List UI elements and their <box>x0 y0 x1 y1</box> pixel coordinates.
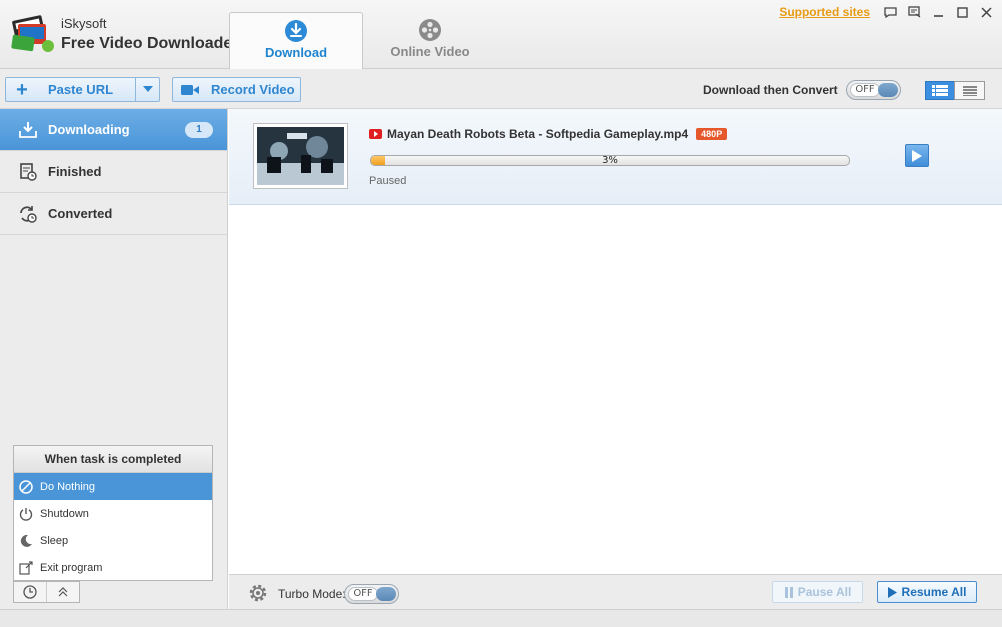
minimize-icon[interactable] <box>930 4 946 20</box>
sidebar-item-label: Converted <box>48 206 113 221</box>
toggle-state: OFF <box>850 83 880 97</box>
completion-option-label: Shutdown <box>40 507 89 520</box>
feedback-icon[interactable] <box>906 4 922 20</box>
progress-text: 3% <box>602 155 618 166</box>
record-video-label: Record Video <box>211 82 295 97</box>
window-controls: Supported sites <box>779 4 994 20</box>
double-chevron-up-icon <box>58 587 68 597</box>
turbo-mode-label: Turbo Mode: <box>278 587 346 601</box>
camera-icon <box>181 84 199 95</box>
youtube-icon <box>369 129 382 139</box>
download-status: Paused <box>369 175 407 187</box>
resume-all-label: Resume All <box>901 585 967 599</box>
power-icon <box>18 506 34 522</box>
video-title-row: Mayan Death Robots Beta - Softpedia Game… <box>369 127 728 141</box>
completion-option-do-nothing[interactable]: Do Nothing <box>14 473 212 500</box>
paste-url-dropdown[interactable] <box>135 78 159 101</box>
pause-all-label: Pause All <box>797 585 852 599</box>
download-then-convert-toggle[interactable]: OFF <box>846 80 901 100</box>
tab-download-label: Download <box>264 45 328 60</box>
brand-product: Free Video Downloader <box>61 35 239 52</box>
supported-sites-link[interactable]: Supported sites <box>779 5 870 19</box>
no-entry-icon <box>18 479 34 495</box>
tab-online-video[interactable]: Online Video <box>363 12 497 69</box>
chat-icon[interactable] <box>882 4 898 20</box>
schedule-button[interactable] <box>14 582 46 602</box>
toggle-state: OFF <box>348 587 378 601</box>
play-icon <box>912 149 922 162</box>
convert-icon <box>18 204 38 224</box>
collapse-button[interactable] <box>46 582 79 602</box>
tab-download[interactable]: Download <box>229 12 363 70</box>
film-reel-icon <box>419 19 441 41</box>
list-view-icon <box>932 85 948 96</box>
title-bar: iSkysoft Free Video Downloader Download … <box>0 0 1002 70</box>
sidebar-item-downloading[interactable]: Downloading 1 <box>0 109 227 151</box>
video-thumbnail <box>253 123 348 189</box>
download-tray-icon <box>18 120 38 140</box>
pause-all-button[interactable]: Pause All <box>772 581 863 603</box>
moon-icon <box>18 533 34 549</box>
play-icon <box>887 586 897 598</box>
download-row[interactable]: Mayan Death Robots Beta - Softpedia Game… <box>229 109 1002 205</box>
close-icon[interactable] <box>978 4 994 20</box>
video-title: Mayan Death Robots Beta - Softpedia Game… <box>387 127 689 141</box>
completion-option-label: Do Nothing <box>40 480 96 493</box>
sidebar-item-label: Finished <box>48 164 102 179</box>
app-logo <box>8 10 56 54</box>
task-completion-menu: When task is completed Do Nothing Shutdo… <box>13 445 213 581</box>
resume-download-button[interactable] <box>905 144 929 167</box>
downloading-count-badge: 1 <box>185 122 213 138</box>
task-completion-footer <box>13 581 80 603</box>
turbo-mode-toggle[interactable]: OFF <box>344 584 399 604</box>
brand-company: iSkysoft <box>61 16 107 31</box>
toggle-track <box>878 83 898 97</box>
completion-option-exit[interactable]: Exit program <box>14 554 212 581</box>
download-circle-icon <box>285 20 307 42</box>
completion-option-label: Sleep <box>40 534 69 547</box>
sidebar-item-converted[interactable]: Converted <box>0 193 227 235</box>
status-strip <box>0 609 1002 627</box>
maximize-icon[interactable] <box>954 4 970 20</box>
bottom-bar: Turbo Mode: OFF Pause All Resume All <box>229 574 1002 609</box>
clock-icon <box>23 585 37 599</box>
compact-view-button[interactable] <box>954 81 985 100</box>
brand: iSkysoft Free Video Downloader <box>61 14 239 54</box>
gear-icon <box>249 584 267 602</box>
task-completion-title: When task is completed <box>14 446 212 473</box>
resolution-badge: 480P <box>696 128 728 140</box>
finished-doc-icon <box>18 162 38 182</box>
toggle-track <box>376 587 396 601</box>
chevron-down-icon <box>142 86 153 92</box>
pause-icon <box>784 586 793 598</box>
record-video-button[interactable]: Record Video <box>172 77 301 102</box>
completion-option-label: Exit program <box>40 561 103 574</box>
completion-option-sleep[interactable]: Sleep <box>14 527 212 554</box>
thumbnail-image <box>257 127 344 185</box>
list-view-button[interactable] <box>925 81 955 100</box>
tab-online-video-label: Online Video <box>390 44 470 59</box>
sidebar-item-label: Downloading <box>48 122 130 137</box>
exit-icon <box>18 560 34 576</box>
paste-url-main[interactable]: + Paste URL <box>6 78 135 101</box>
download-list: Mayan Death Robots Beta - Softpedia Game… <box>229 109 1002 574</box>
completion-option-shutdown[interactable]: Shutdown <box>14 500 212 527</box>
resume-all-button[interactable]: Resume All <box>877 581 977 603</box>
compact-view-icon <box>962 85 977 96</box>
paste-url-label: Paste URL <box>48 82 114 97</box>
plus-icon: + <box>16 78 28 101</box>
sidebar-item-finished[interactable]: Finished <box>0 151 227 193</box>
toolbar: + Paste URL Record Video Download then C… <box>0 69 1002 109</box>
download-then-convert-label: Download then Convert <box>703 83 838 97</box>
paste-url-button[interactable]: + Paste URL <box>5 77 160 102</box>
